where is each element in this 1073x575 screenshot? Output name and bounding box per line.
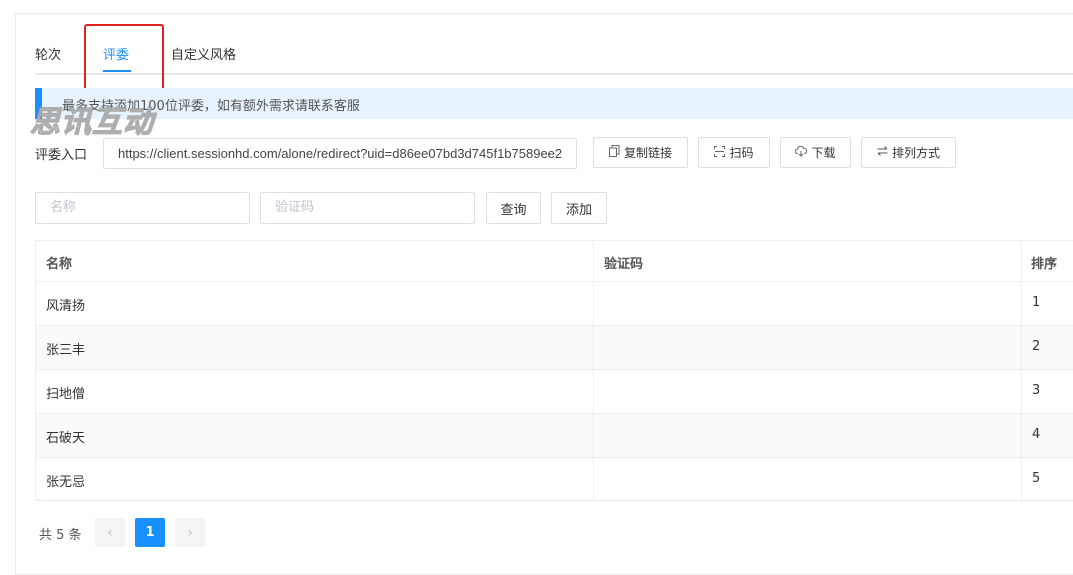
chevron-right-icon: › bbox=[187, 524, 193, 541]
highlight-annotation-box bbox=[84, 24, 164, 93]
column-divider bbox=[593, 241, 594, 500]
column-divider bbox=[1021, 241, 1022, 500]
table-row[interactable]: 扫地僧 3 bbox=[36, 369, 1073, 413]
cell-name: 扫地僧 bbox=[46, 387, 86, 402]
code-search-input[interactable]: 验证码 bbox=[260, 192, 475, 224]
page-number-button[interactable]: 1 bbox=[135, 518, 165, 547]
swap-icon bbox=[877, 146, 888, 159]
prev-page-button[interactable]: ‹ bbox=[95, 518, 125, 547]
cell-name: 张三丰 bbox=[46, 343, 86, 358]
next-page-button[interactable]: › bbox=[175, 518, 205, 547]
cell-order: 5 bbox=[1032, 471, 1041, 486]
table-row[interactable]: 风清扬 1 bbox=[36, 281, 1073, 325]
copy-icon bbox=[608, 145, 620, 160]
scan-icon bbox=[714, 145, 726, 160]
sort-mode-label: 排列方式 bbox=[891, 146, 940, 160]
column-header-order: 排序 bbox=[1031, 257, 1058, 272]
scan-code-button[interactable]: 扫码 bbox=[698, 137, 770, 168]
tab-rounds[interactable]: 轮次 bbox=[35, 44, 61, 63]
cell-order: 2 bbox=[1032, 339, 1041, 354]
column-header-name: 名称 bbox=[46, 257, 73, 272]
judge-entry-label: 评委入口 bbox=[35, 148, 88, 163]
copy-link-label: 复制链接 bbox=[623, 146, 672, 160]
cell-order: 4 bbox=[1032, 427, 1041, 442]
query-button[interactable]: 查询 bbox=[486, 192, 541, 224]
download-label: 下载 bbox=[811, 146, 836, 160]
notice-banner: 最多支持添加100位评委，如有额外需求请联系客服 bbox=[35, 88, 1073, 119]
cell-name: 石破天 bbox=[46, 431, 86, 446]
table-row[interactable]: 张三丰 2 bbox=[36, 325, 1073, 369]
copy-link-button[interactable]: 复制链接 bbox=[593, 137, 688, 168]
download-button[interactable]: 下载 bbox=[780, 137, 851, 168]
watermark-logo: 思讯互动 bbox=[29, 104, 154, 140]
name-search-input[interactable]: 名称 bbox=[35, 192, 250, 224]
judges-table: 名称 验证码 排序 风清扬 1 张三丰 2 扫地僧 3 石破天 4 张无忌 5 bbox=[35, 240, 1073, 501]
judge-entry-url-field[interactable]: https://client.sessionhd.com/alone/redir… bbox=[103, 138, 577, 169]
scan-code-label: 扫码 bbox=[729, 146, 754, 160]
column-header-code: 验证码 bbox=[604, 257, 644, 272]
cell-order: 3 bbox=[1032, 383, 1041, 398]
table-header: 名称 验证码 排序 bbox=[36, 241, 1073, 281]
sort-mode-button[interactable]: 排列方式 bbox=[861, 137, 956, 168]
cell-order: 1 bbox=[1032, 295, 1041, 310]
table-row[interactable]: 张无忌 5 bbox=[36, 457, 1073, 501]
cell-name: 风清扬 bbox=[46, 299, 86, 314]
tab-bar: 轮次 评委 自定义风格 bbox=[35, 40, 1073, 75]
pagination-total: 共 5 条 bbox=[39, 528, 82, 543]
cell-name: 张无忌 bbox=[46, 475, 86, 490]
tab-custom-style[interactable]: 自定义风格 bbox=[171, 44, 236, 63]
table-row[interactable]: 石破天 4 bbox=[36, 413, 1073, 457]
download-icon bbox=[795, 145, 808, 160]
chevron-left-icon: ‹ bbox=[107, 524, 113, 541]
add-button[interactable]: 添加 bbox=[551, 192, 607, 224]
